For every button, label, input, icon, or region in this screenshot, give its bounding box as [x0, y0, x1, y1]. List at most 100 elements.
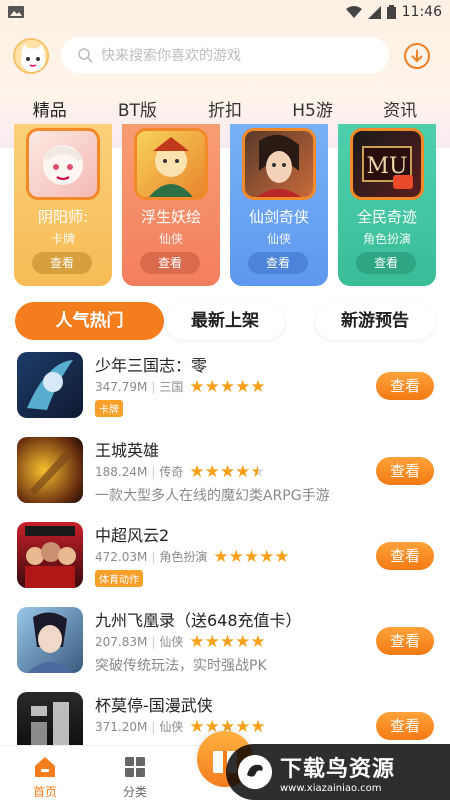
featured-name: 仙剑奇侠 — [248, 208, 309, 226]
tab-featured[interactable]: 精品 — [10, 96, 90, 121]
category-tabs: 精品 BT版 折扣 H5游 资讯 — [0, 90, 450, 126]
star-icon: ★ — [228, 546, 244, 567]
game-tag: 卡牌 — [95, 400, 123, 417]
tab-bt[interactable]: BT版 — [97, 96, 177, 121]
watermark-title: 下载鸟资源 — [280, 756, 396, 782]
game-size: 472.03M — [95, 549, 148, 564]
game-tag: 体育动作 — [95, 570, 143, 587]
featured-view-button[interactable]: 查看 — [32, 252, 92, 274]
game-title: 杯莫停-国漫武侠 — [95, 696, 213, 715]
download-button[interactable] — [404, 43, 430, 69]
featured-name: 阴阳师: — [37, 208, 89, 226]
status-time: 11:46 — [401, 4, 442, 20]
nav-home[interactable]: 首页 — [0, 746, 90, 800]
game-meta: 207.83M | 仙侠 ★ ★ ★ ★ ★ — [95, 631, 266, 652]
view-button[interactable]: 查看 — [376, 372, 434, 400]
featured-name: 浮生妖绘 — [140, 208, 201, 226]
game-title: 王城英雄 — [95, 441, 160, 460]
star-icon: ★ — [189, 376, 205, 397]
rating-stars: ★ ★ ★ ★ ★ — [213, 546, 290, 567]
game-category: 仙侠 — [159, 635, 184, 649]
view-button[interactable]: 查看 — [376, 627, 434, 655]
game-title: 少年三国志：零 — [95, 356, 208, 375]
game-title: 九州飞凰录（送648充值卡） — [95, 611, 302, 630]
game-category: 仙侠 — [159, 720, 184, 734]
tab-news[interactable]: 资讯 — [360, 96, 440, 121]
star-icon: ★ — [219, 376, 236, 397]
featured-category: 角色扮演 — [362, 232, 411, 246]
featured-view-button[interactable]: 查看 — [248, 252, 308, 274]
segment-popular[interactable]: 人气热门 — [15, 302, 164, 340]
signal-icon — [367, 5, 381, 19]
featured-name: 全民奇迹 — [356, 208, 417, 226]
tab-h5[interactable]: H5游 — [273, 96, 353, 121]
search-icon — [78, 48, 93, 63]
nav-category-label: 分类 — [122, 785, 147, 799]
star-icon: ★ — [204, 631, 220, 652]
star-icon: ★ — [235, 461, 251, 482]
watermark-url: www.xiazainiao.com — [280, 782, 382, 794]
list-segment-switch: 人气热门 最新上架 新游预告 — [0, 302, 450, 340]
game-size: 371.20M — [95, 719, 148, 734]
featured-carousel: 阴阳师: 卡牌 查看 浮生妖绘 仙侠 查看 仙剑奇侠 仙侠 查看 MU 全民奇迹… — [0, 124, 450, 288]
game-title: 中超风云2 — [95, 526, 170, 545]
list-item[interactable]: 中超风云2 472.03M | 角色扮演 ★ ★ ★ ★ ★ 体育动作 查看 — [0, 518, 450, 602]
rating-stars: ★ ★ ★ ★ ★ — [189, 461, 265, 482]
featured-category: 卡牌 — [50, 232, 75, 246]
segment-upcoming[interactable]: 新游预告 — [315, 302, 435, 340]
segment-newest[interactable]: 最新上架 — [165, 302, 285, 340]
game-icon — [17, 607, 83, 673]
game-category: 角色扮演 — [159, 550, 208, 564]
game-description: 突破传统玩法，实时强战PK — [95, 658, 267, 674]
featured-card[interactable]: 阴阳师: 卡牌 查看 — [14, 124, 112, 286]
cat-avatar-icon — [21, 44, 45, 72]
star-icon: ★ — [259, 546, 275, 567]
wifi-icon — [345, 6, 362, 18]
featured-card[interactable]: MU 全民奇迹 角色扮演 查看 — [338, 124, 436, 286]
game-icon — [17, 437, 83, 503]
nav-category[interactable]: 分类 — [90, 746, 180, 800]
home-icon — [35, 757, 55, 777]
featured-card[interactable]: 浮生妖绘 仙侠 查看 — [122, 124, 220, 286]
featured-view-button[interactable]: 查看 — [356, 252, 416, 274]
game-description: 一款大型多人在线的魔幻类ARPG手游 — [95, 488, 330, 504]
view-button[interactable]: 查看 — [376, 712, 434, 740]
view-button[interactable]: 查看 — [376, 457, 434, 485]
game-thumbnail — [242, 128, 316, 200]
view-button[interactable]: 查看 — [376, 542, 434, 570]
status-bar: 11:46 — [0, 0, 450, 24]
list-item[interactable]: 九州飞凰录（送648充值卡） 207.83M | 仙侠 ★ ★ ★ ★ ★ 突破传统玩法，实… — [0, 603, 450, 687]
star-icon: ★ — [213, 546, 229, 567]
game-meta: 347.79M | 三国 ★ ★ ★ ★ ★ — [95, 376, 266, 397]
star-icon: ★ — [219, 461, 236, 482]
game-meta: 472.03M | 角色扮演 ★ ★ ★ ★ ★ — [95, 546, 290, 567]
game-category: 三国 — [159, 380, 184, 394]
game-thumbnail: MU — [350, 128, 424, 200]
game-size: 207.83M — [95, 634, 148, 649]
star-icon: ★ — [274, 546, 290, 567]
grid-icon — [125, 757, 145, 777]
game-thumbnail — [134, 128, 208, 200]
game-thumbnail — [26, 128, 100, 200]
star-icon: ★ — [250, 376, 266, 397]
featured-card[interactable]: 仙剑奇侠 仙侠 查看 — [230, 124, 328, 286]
game-size: 347.79M — [95, 379, 148, 394]
list-item[interactable]: 少年三国志：零 347.79M | 三国 ★ ★ ★ ★ ★ 卡牌 查看 — [0, 348, 450, 432]
star-icon: ★ — [235, 631, 251, 652]
search-input[interactable]: 快来搜索你喜欢的游戏 — [61, 37, 389, 73]
watermark: 下载鸟资源 www.xiazainiao.com — [226, 744, 450, 800]
star-icon: ★ — [219, 631, 236, 652]
gallery-notification-icon — [8, 6, 24, 18]
star-icon: ★ — [204, 376, 220, 397]
list-item[interactable]: 王城英雄 188.24M | 传奇 ★ ★ ★ ★ ★ 一款大型多人在线的魔幻类ARPG手游… — [0, 433, 450, 517]
game-category: 传奇 — [159, 465, 184, 479]
avatar[interactable] — [13, 38, 49, 74]
featured-category: 仙侠 — [158, 232, 183, 246]
game-meta: 188.24M | 传奇 ★ ★ ★ ★ ★ — [95, 461, 266, 482]
battery-icon — [386, 5, 396, 19]
featured-view-button[interactable]: 查看 — [140, 252, 200, 274]
download-arrow-icon — [411, 50, 423, 63]
watermark-bird-logo — [238, 755, 272, 789]
tab-discount[interactable]: 折扣 — [185, 96, 265, 121]
nav-home-label: 首页 — [32, 785, 57, 799]
